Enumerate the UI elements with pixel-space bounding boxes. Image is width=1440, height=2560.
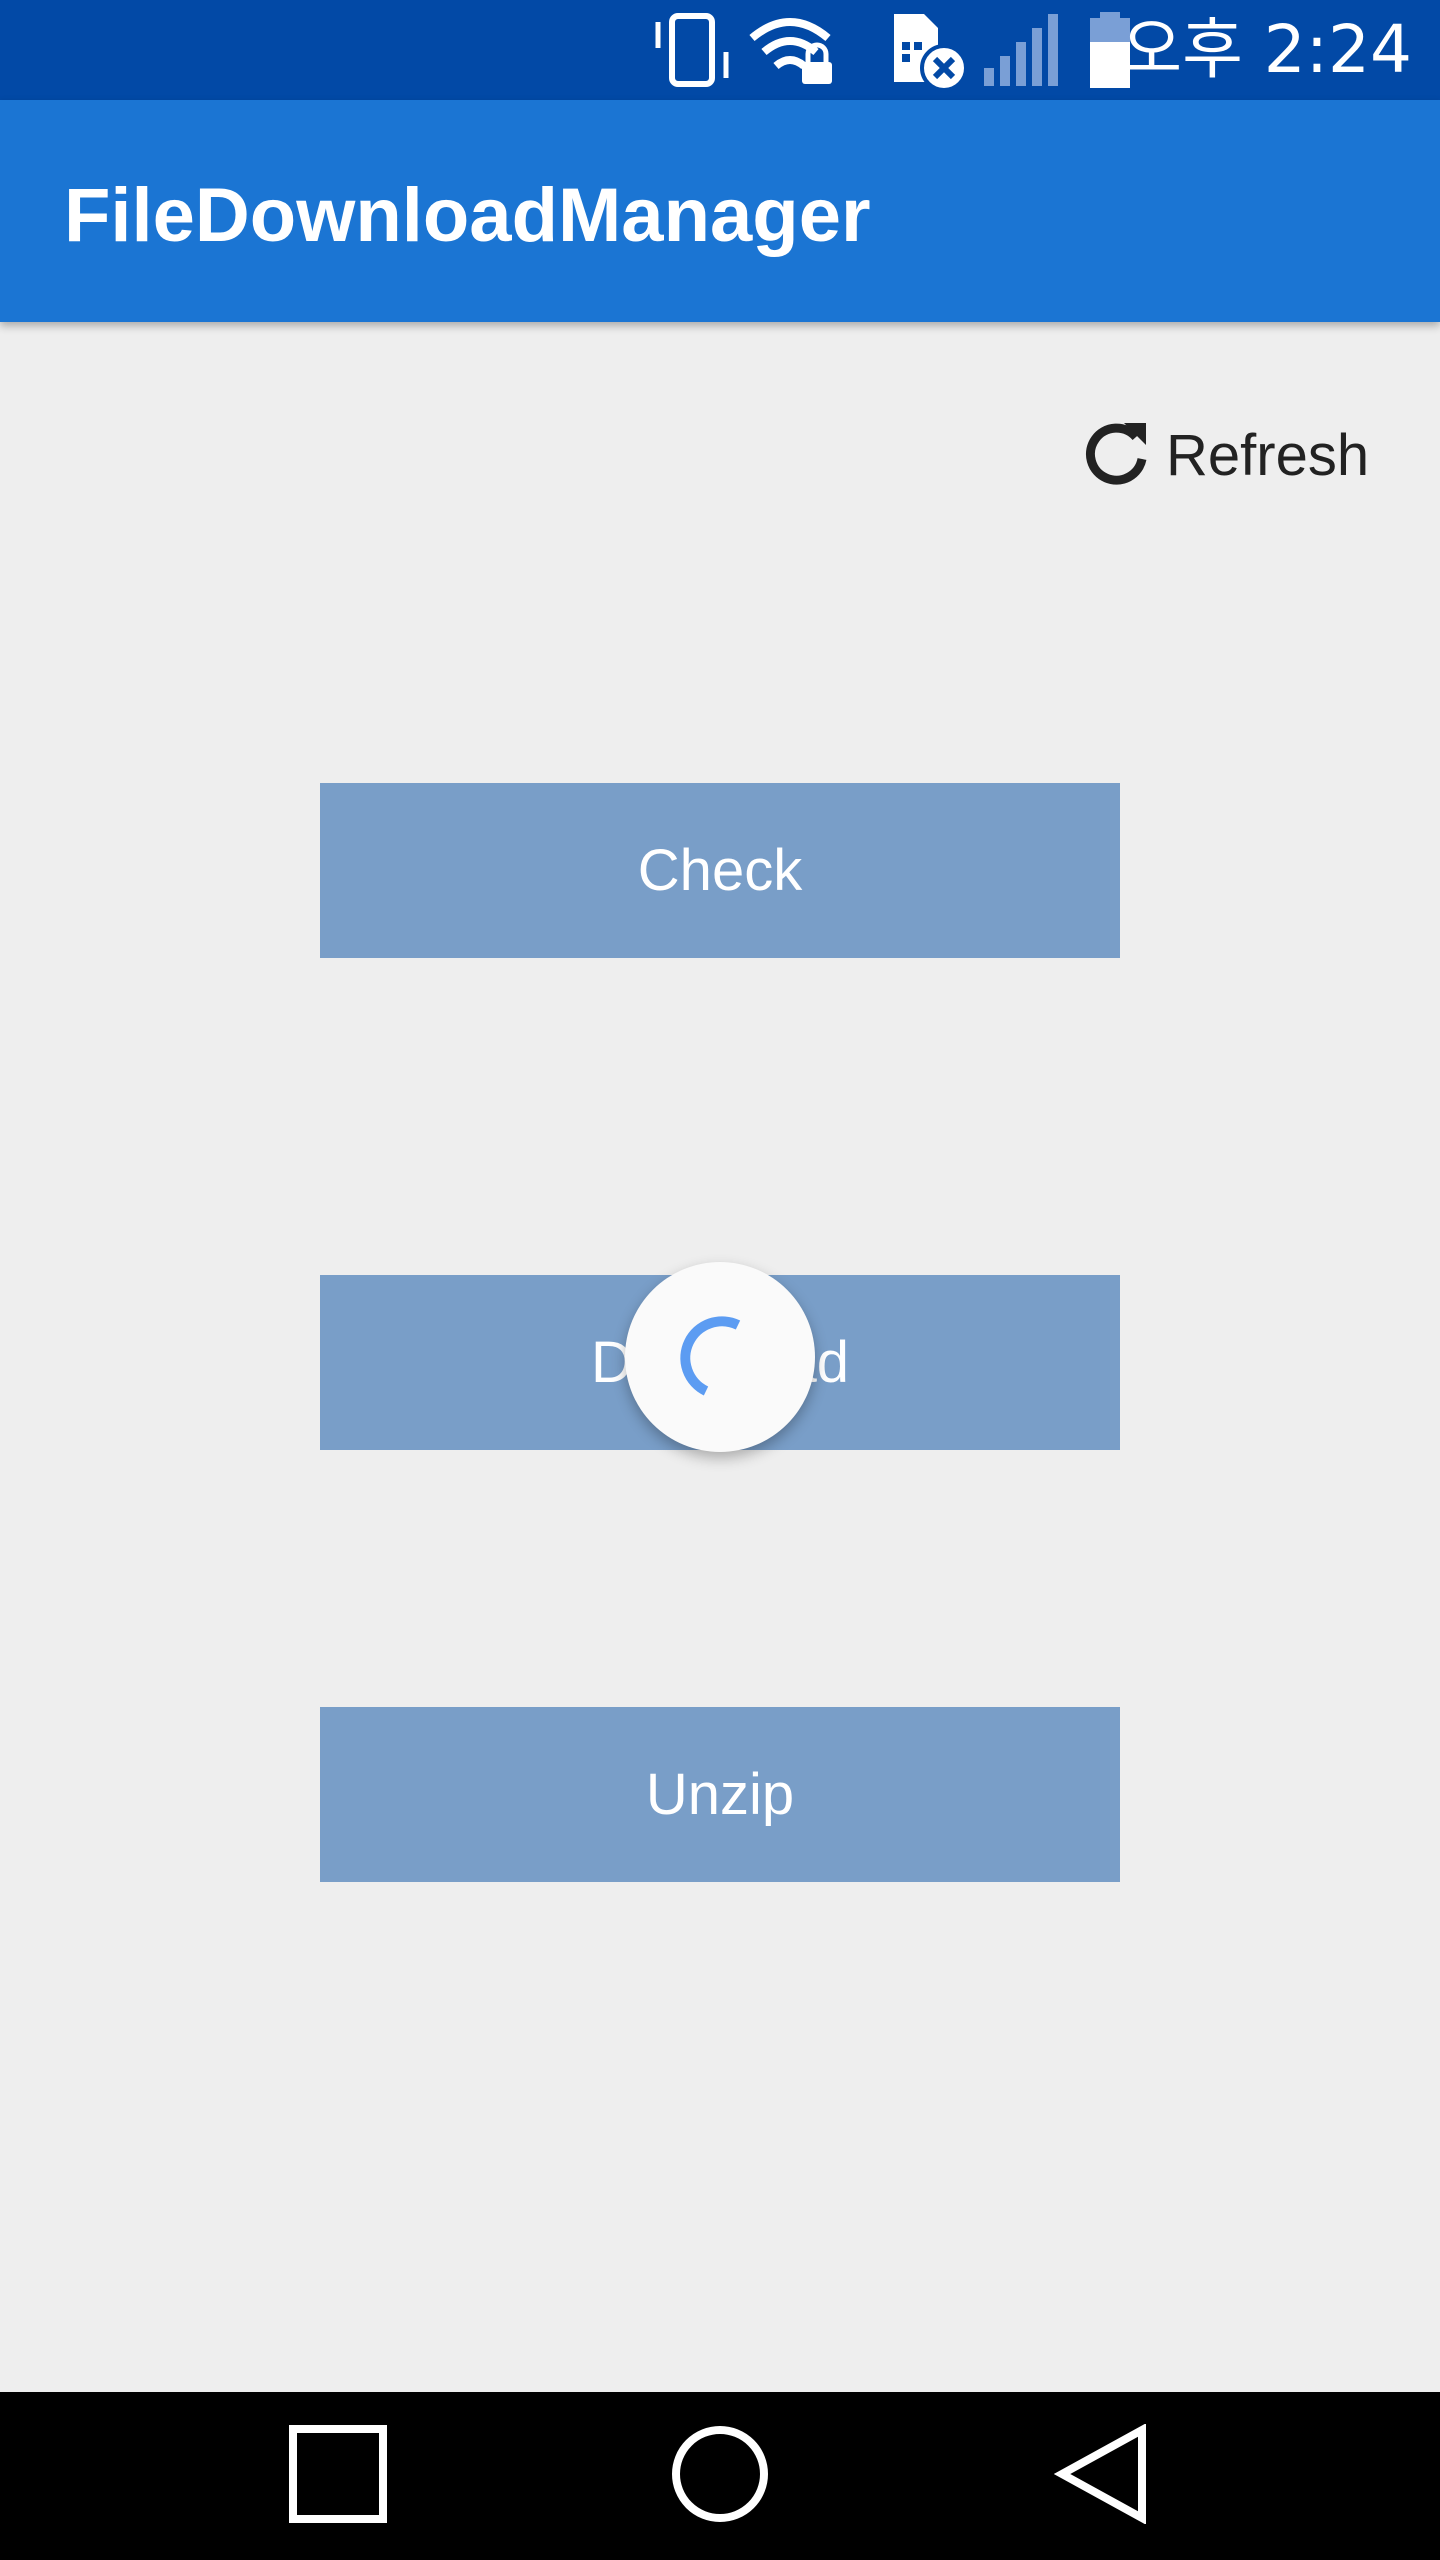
navigation-bar [0, 2392, 1440, 2560]
status-time: 오후 2:24 [1121, 11, 1412, 88]
home-icon [670, 2424, 770, 2529]
sim-error-icon [890, 12, 970, 97]
recent-apps-icon [288, 2424, 388, 2529]
loading-spinner-icon [670, 1305, 770, 1410]
back-button[interactable] [1053, 2422, 1154, 2529]
refresh-icon [1080, 417, 1152, 494]
vibrate-icon [650, 12, 736, 93]
app-title: FileDownloadManager [64, 173, 871, 258]
recent-apps-button[interactable] [288, 2424, 388, 2529]
status-bar: 오후 2:24 [0, 0, 1440, 100]
back-icon [1053, 2422, 1154, 2529]
wifi-lock-icon [748, 12, 840, 93]
loading-spinner [625, 1262, 815, 1452]
refresh-label: Refresh [1166, 422, 1370, 488]
signal-icon [982, 12, 1064, 93]
check-button[interactable]: Check [320, 783, 1120, 958]
home-button[interactable] [670, 2424, 770, 2529]
unzip-button[interactable]: Unzip [320, 1707, 1120, 1882]
app-bar: FileDownloadManager [0, 100, 1440, 322]
refresh-button[interactable]: Refresh [1080, 412, 1369, 498]
